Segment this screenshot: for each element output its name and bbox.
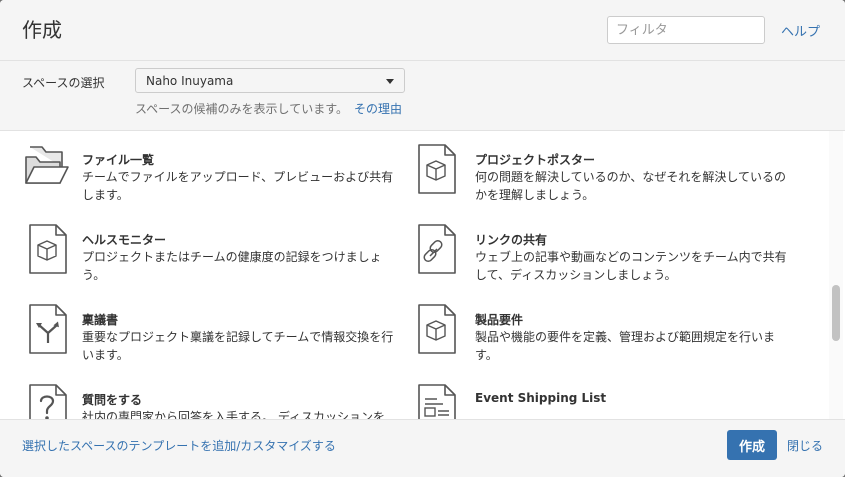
customize-templates-link[interactable]: 選択したスペースのテンプレートを追加/カスタマイズする [22, 437, 336, 454]
create-dialog: 作成 ヘルプ スペースの選択 Naho Inuyama スペースの候補のみを表示… [0, 0, 845, 477]
template-item-file-list[interactable]: ファイル一覧 チームでファイルをアップロード、プレビューおよび共有します。 [22, 141, 402, 213]
dialog-title: 作成 [22, 18, 62, 42]
create-button[interactable]: 作成 [727, 430, 777, 460]
template-description: チームでファイルをアップロード、プレビューおよび共有します。 [82, 170, 394, 202]
template-item-link-share[interactable]: リンクの共有 ウェブ上の記事や動画などのコンテンツをチーム内で共有して、ディスカ… [415, 221, 795, 293]
template-name: 質問をする [82, 393, 143, 407]
dialog-header: 作成 ヘルプ [0, 0, 845, 61]
filter-input[interactable] [607, 16, 765, 44]
template-name: プロジェクトポスター [475, 153, 596, 167]
template-description: 製品や機能の要件を定義、管理および範囲規定を行います。 [475, 330, 776, 362]
box-document-icon [415, 301, 465, 357]
space-hint-text: スペースの候補のみを表示しています。 [135, 102, 349, 116]
box-document-icon [415, 141, 465, 197]
space-select-value: Naho Inuyama [146, 74, 234, 88]
chevron-down-icon [386, 79, 394, 84]
template-name: 製品要件 [475, 313, 524, 327]
folder-icon [22, 141, 72, 197]
dialog-footer: 選択したスペースのテンプレートを追加/カスタマイズする 作成 閉じる [0, 419, 845, 477]
help-link[interactable]: ヘルプ [781, 21, 820, 40]
question-document-icon [22, 381, 72, 419]
space-hint: スペースの候補のみを表示しています。 その理由 [135, 100, 402, 117]
space-selector-row: スペースの選択 Naho Inuyama スペースの候補のみを表示しています。そ… [0, 61, 845, 131]
page-layout-document-icon [415, 381, 465, 419]
space-select-dropdown[interactable]: Naho Inuyama [135, 68, 405, 93]
template-name: ヘルスモニター [82, 233, 167, 247]
box-document-icon [22, 221, 72, 277]
space-hint-reason-link[interactable]: その理由 [354, 102, 402, 116]
template-item-project-poster[interactable]: プロジェクトポスター 何の問題を解決しているのか、なぜそれを解決しているのかを理… [415, 141, 795, 213]
template-list-scrollbar[interactable] [829, 131, 843, 419]
merge-arrows-document-icon [22, 301, 72, 357]
template-description: 社内の専門家から回答を入手する。 ディスカッションを [82, 410, 385, 419]
template-item-product-requirements[interactable]: 製品要件 製品や機能の要件を定義、管理および範囲規定を行います。 [415, 301, 795, 373]
template-name: 稟議書 [82, 313, 119, 327]
template-item-event-shipping-list[interactable]: Event Shipping List [415, 381, 795, 419]
template-item-health-monitor[interactable]: ヘルスモニター プロジェクトまたはチームの健康度の記録をつけましょう。 [22, 221, 402, 293]
template-description: 重要なプロジェクト稟議を記録してチームで情報交換を行います。 [82, 330, 394, 362]
close-link[interactable]: 閉じる [787, 437, 823, 454]
template-name: ファイル一覧 [82, 153, 155, 167]
link-document-icon [415, 221, 465, 277]
space-select-label: スペースの選択 [22, 76, 105, 90]
template-description: ウェブ上の記事や動画などのコンテンツをチーム内で共有して、ディスカッションしまし… [475, 250, 787, 282]
template-description: 何の問題を解決しているのか、なぜそれを解決しているのかを理解しましょう。 [475, 170, 787, 202]
template-name: Event Shipping List [475, 391, 607, 405]
template-item-ask-question[interactable]: 質問をする 社内の専門家から回答を入手する。 ディスカッションを [22, 381, 402, 419]
template-name: リンクの共有 [475, 233, 548, 247]
scrollbar-thumb[interactable] [832, 285, 840, 341]
template-item-ringisho[interactable]: 稟議書 重要なプロジェクト稟議を記録してチームで情報交換を行います。 [22, 301, 402, 373]
template-description: プロジェクトまたはチームの健康度の記録をつけましょう。 [82, 250, 382, 282]
template-list: ファイル一覧 チームでファイルをアップロード、プレビューおよび共有します。 プロ… [0, 131, 845, 419]
